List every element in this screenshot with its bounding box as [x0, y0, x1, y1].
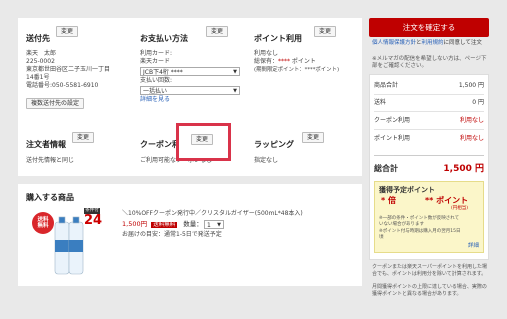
- delivery-estimate: お届けの目安：通常1-5日で発送予定: [122, 231, 222, 238]
- earned-note: ※ポイント付与時期は購入月の翌月15日頃: [379, 229, 461, 240]
- chevron-down-icon: ▼: [233, 88, 237, 94]
- points-usage: 利用なし: [254, 50, 279, 57]
- shipping-address1: 東京都世田谷区二子玉川一丁目: [26, 66, 111, 73]
- quantity-tag: 条件付 24: [84, 208, 103, 228]
- points-owned-unit: ポイント: [290, 58, 316, 65]
- free-shipping-badge: 送料 無料: [32, 212, 54, 234]
- payment-section: お支払い方法 変更 利用カード: 楽天カード JCB下4桁 **** ▼ 支払い…: [140, 26, 244, 104]
- quantity-select[interactable]: 1 ▼: [204, 220, 224, 229]
- summary-row: 商品合計 1,500 円: [374, 82, 484, 90]
- product-name[interactable]: ＼10%OFFクーポン発行中／クリスタルガイザー(500mL*48本入): [122, 210, 303, 218]
- orderer-text: 送付先情報と同じ: [26, 157, 75, 164]
- shipping-address2: 14番1号: [26, 74, 50, 81]
- product-section-title: 購入する商品: [26, 193, 74, 202]
- points-title: ポイント利用: [254, 34, 302, 43]
- points-owned-stars: ****: [278, 58, 291, 65]
- chevron-down-icon: ▼: [217, 222, 221, 228]
- earned-points-box: 獲得予定ポイント * 倍 ** ポイント (円相当) ※一部の条件・ポイント数が…: [374, 181, 484, 253]
- shipping-phone: 電話番号:050-5581-6910: [26, 82, 99, 89]
- shipping-section: 送付先 変更 楽天 太郎 225-0002 東京都世田谷区二子玉川一丁目 14番…: [26, 26, 126, 109]
- earned-multiplier: * 倍: [381, 196, 396, 205]
- summary-row: クーポン利用 利用なし: [374, 117, 484, 125]
- earned-detail-link[interactable]: 詳細: [468, 241, 479, 249]
- product-price: 1,500円: [122, 220, 148, 228]
- points-calc-note: クーポンまたは楽天スーパーポイントを利用した場合でも、ポイントは利用分を除いて計…: [372, 264, 487, 277]
- card-select-value: JCB下4桁 ****: [143, 69, 183, 76]
- points-change-button[interactable]: 変更: [314, 26, 337, 37]
- summary-row-label: ポイント利用: [374, 135, 411, 142]
- payment-change-button[interactable]: 変更: [206, 26, 229, 37]
- summary-divider: [374, 155, 484, 156]
- earned-points-title: 獲得予定ポイント: [379, 186, 435, 194]
- summary-row-label: クーポン利用: [374, 117, 411, 124]
- product-panel: 購入する商品 送料 無料 条件付 24 ＼10%OFFクーポン発行中／クリスタル…: [18, 184, 362, 286]
- bottle-right: [68, 216, 84, 275]
- summary-row-value: 利用なし: [459, 117, 484, 124]
- quantity-select-value: 1: [207, 222, 211, 229]
- card-type: 楽天カード: [140, 58, 171, 65]
- shipping-zip: 225-0002: [26, 58, 55, 65]
- payment-detail-link[interactable]: 詳細を見る: [140, 96, 244, 104]
- orderer-section: 注文者情報 変更 送付先情報と同じ: [26, 132, 126, 165]
- bottle-left: [54, 216, 70, 275]
- product-image: [52, 216, 86, 278]
- points-owned: 総保有：**** ポイント: [254, 58, 360, 66]
- orderer-title: 注文者情報: [26, 140, 66, 149]
- points-section: ポイント利用 変更 利用なし 総保有：**** ポイント (期間限定ポイント：*…: [254, 26, 360, 74]
- coupon-change-button[interactable]: 変更: [191, 134, 214, 145]
- free-shipping-label: 送料無料: [151, 222, 178, 228]
- newsletter-note: ※メルマガの配信を希望しない方は、ページ下部をご確認ください。: [372, 56, 487, 69]
- badge-bottom-text: 無料: [37, 223, 49, 229]
- chevron-down-icon: ▼: [233, 69, 237, 75]
- earned-note: ※一部の条件・ポイント数が反映されていない場合があります: [379, 216, 460, 227]
- shipping-title: 送付先: [26, 34, 50, 43]
- terms-link[interactable]: 利用規約: [422, 40, 444, 46]
- confirm-order-label: 注文を確定する: [402, 23, 456, 32]
- count-label: 支払い回数:: [140, 77, 173, 84]
- points-period: (期間限定ポイント：****ポイント): [254, 67, 340, 73]
- summary-divider: [374, 111, 484, 112]
- summary-row: 送料 0 円: [374, 99, 484, 107]
- shipping-change-button[interactable]: 変更: [56, 26, 79, 37]
- wrapping-section: ラッピング 変更 指定なし: [254, 132, 360, 165]
- orderer-change-button[interactable]: 変更: [72, 132, 95, 143]
- wrapping-change-button[interactable]: 変更: [302, 132, 325, 143]
- installment-select[interactable]: 一括払い ▼: [140, 86, 240, 95]
- total-value: 1,500 円: [443, 164, 484, 174]
- summary-row-value: 0 円: [472, 99, 484, 106]
- summary-row: ポイント利用 利用なし: [374, 135, 484, 143]
- confirm-order-button[interactable]: 注文を確定する: [369, 18, 489, 37]
- quantity-label: 数量：: [183, 220, 203, 228]
- summary-divider: [374, 129, 484, 130]
- summary-row-label: 送料: [374, 99, 387, 106]
- summary-divider: [374, 94, 484, 95]
- summary-panel: 商品合計 1,500 円 送料 0 円 クーポン利用 利用なし ポイント利用 利…: [369, 74, 489, 260]
- wrapping-title: ラッピング: [254, 140, 294, 149]
- agreement-text: 個人情報保護方針と利用規約に同意して注文: [372, 40, 490, 47]
- wrapping-text: 指定なし: [254, 157, 279, 164]
- summary-row-value: 利用なし: [459, 135, 484, 142]
- payment-title: お支払い方法: [140, 34, 188, 43]
- card-label: 利用カード:: [140, 50, 173, 57]
- privacy-policy-link[interactable]: 個人情報保護方針: [372, 40, 416, 46]
- summary-row-label: 商品合計: [374, 82, 399, 89]
- total-row: 総合計 1,500 円: [374, 163, 484, 176]
- earned-points-unit: (円相当): [451, 206, 469, 211]
- card-select[interactable]: JCB下4桁 **** ▼: [140, 67, 240, 76]
- points-owned-label: 総保有：: [254, 58, 279, 65]
- multi-address-button[interactable]: 複数送付先の設定: [26, 98, 85, 109]
- coupon-change-highlight: 変更: [176, 123, 231, 161]
- summary-row-value: 1,500 円: [458, 82, 484, 89]
- quantity-tag-number: 24: [84, 213, 103, 228]
- total-label: 総合計: [374, 164, 398, 173]
- agreement-suffix: に同意して注文: [443, 40, 482, 46]
- product-price-row: 1,500円 送料無料 数量：: [122, 220, 203, 230]
- installment-select-value: 一括払い: [143, 88, 168, 95]
- points-cap-note: 月間獲得ポイントの上限に達している場合、実際の獲得ポイントと異なる場合があります…: [372, 284, 487, 297]
- shipping-name: 楽天 太郎: [26, 50, 57, 57]
